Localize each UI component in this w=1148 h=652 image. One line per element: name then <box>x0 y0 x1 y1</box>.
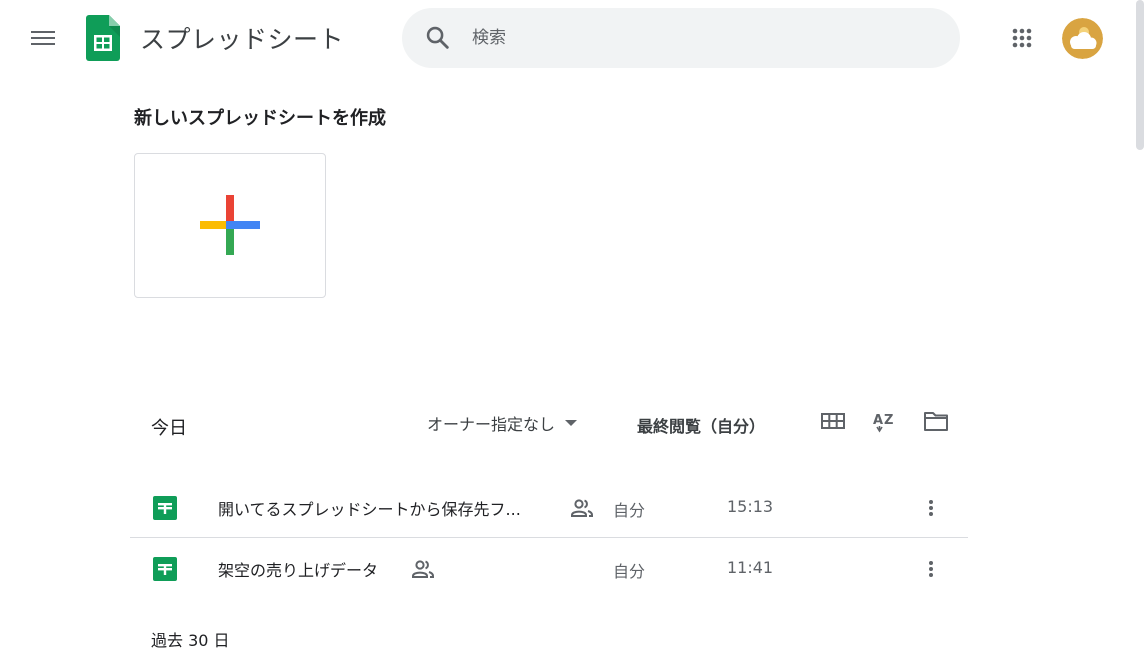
file-name[interactable]: 架空の売り上げデータ <box>218 557 378 581</box>
sheets-home: スプレッドシート 新しいスプレッドシートを作成 <box>0 0 1148 652</box>
owner-filter-label: オーナー指定なし <box>427 415 556 434</box>
multicolor-plus-icon <box>200 195 260 255</box>
section-heading-past-30-days: 過去 30 日 <box>151 631 230 650</box>
sort-az-icon[interactable]: A Z <box>871 407 899 435</box>
more-options-button[interactable] <box>918 553 944 585</box>
shared-people-icon <box>571 499 593 517</box>
main-menu-button[interactable] <box>19 14 67 62</box>
file-owner: 自分 <box>613 562 646 581</box>
search-input[interactable] <box>472 22 932 54</box>
file-owner: 自分 <box>613 501 646 520</box>
sort-by-last-viewed[interactable]: 最終閲覧（自分） <box>637 413 765 437</box>
shared-people-icon <box>412 560 434 578</box>
svg-text:A: A <box>873 413 883 428</box>
search-bar[interactable] <box>402 8 960 68</box>
sheets-logo-icon[interactable] <box>86 15 120 61</box>
last-opened-time: 15:13 <box>727 497 774 516</box>
sheets-file-icon <box>153 557 177 581</box>
owner-filter-dropdown[interactable]: オーナー指定なし <box>427 410 578 436</box>
create-section-title: 新しいスプレッドシートを作成 <box>134 108 386 129</box>
dropdown-arrow-icon <box>565 420 578 426</box>
hamburger-menu-icon <box>31 31 55 33</box>
last-opened-time: 11:41 <box>727 558 774 577</box>
top-bar: スプレッドシート <box>0 0 1148 76</box>
more-vert-icon <box>929 561 933 565</box>
vertical-scrollbar[interactable] <box>1132 0 1148 652</box>
svg-text:Z: Z <box>884 413 893 428</box>
file-name[interactable]: 開いてるスプレッドシートから保存先フ... <box>218 496 521 520</box>
scrollbar-thumb[interactable] <box>1136 0 1144 150</box>
file-row[interactable]: 開いてるスプレッドシートから保存先フ... 自分 15:13 <box>130 478 968 538</box>
account-avatar[interactable] <box>1062 18 1103 59</box>
app-title[interactable]: スプレッドシート <box>140 20 344 56</box>
section-heading-today: 今日 <box>151 418 187 439</box>
file-row[interactable]: 架空の売り上げデータ 自分 11:41 <box>130 539 968 599</box>
more-vert-icon <box>929 500 933 504</box>
blank-spreadsheet-tile[interactable] <box>134 153 326 298</box>
more-options-button[interactable] <box>918 492 944 524</box>
grid-view-icon[interactable] <box>819 407 847 435</box>
apps-grid-icon[interactable] <box>1002 18 1042 58</box>
sheets-file-icon <box>153 496 177 520</box>
folder-picker-icon[interactable] <box>922 407 950 435</box>
search-icon[interactable] <box>424 24 452 52</box>
